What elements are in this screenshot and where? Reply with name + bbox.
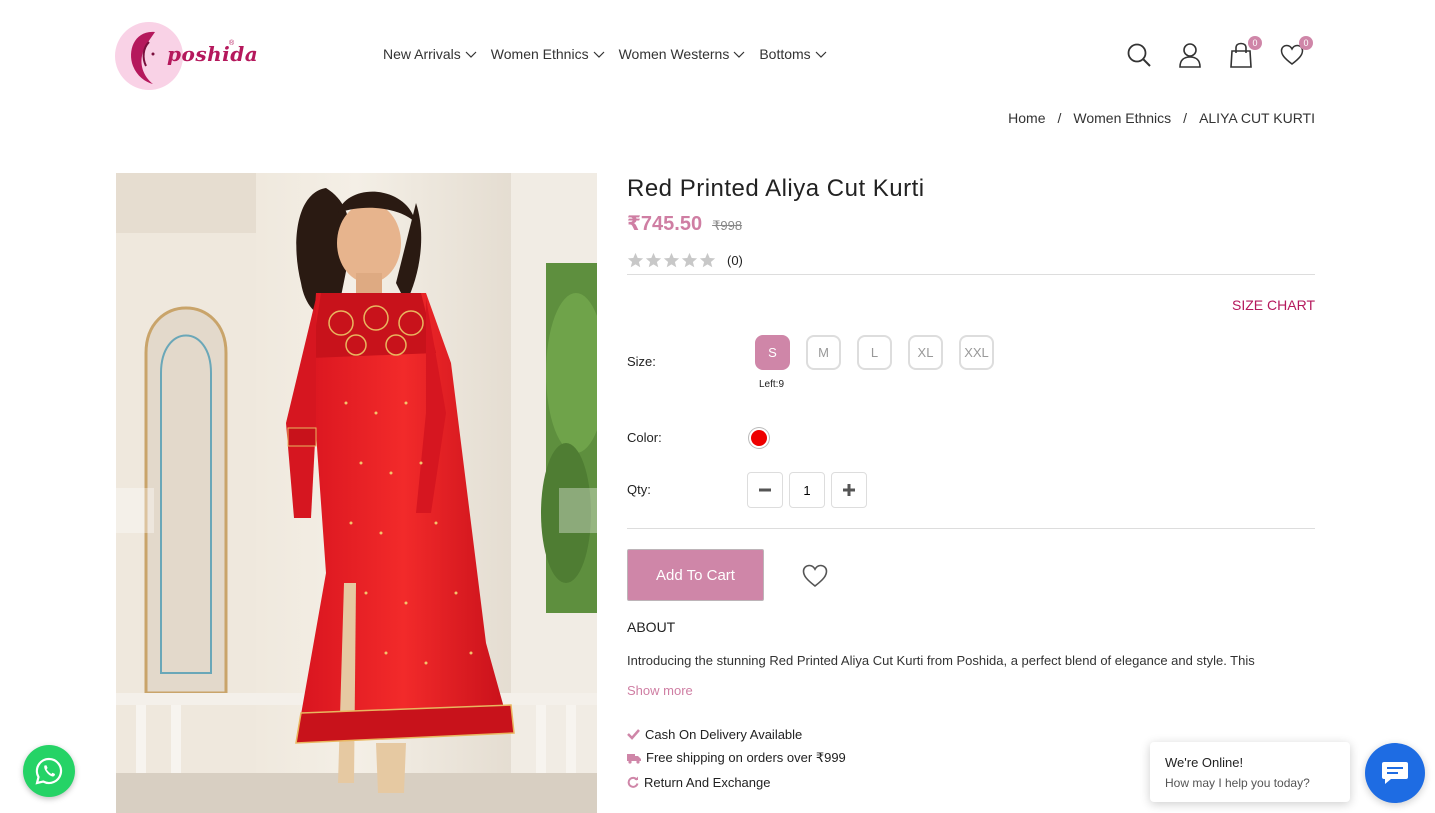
nav-label: Bottoms	[759, 46, 811, 62]
main-nav: New Arrivals Women Ethnics Women Western…	[383, 46, 841, 62]
chevron-down-icon	[593, 51, 605, 58]
chevron-down-icon	[733, 51, 745, 58]
chevron-down-icon	[815, 51, 827, 58]
chat-title: We're Online!	[1165, 755, 1244, 770]
prev-image-button[interactable]	[116, 488, 154, 533]
color-label: Color:	[627, 430, 662, 445]
quantity-stepper	[747, 472, 873, 508]
logo-registered-mark: ®	[229, 40, 235, 47]
qty-input[interactable]	[789, 472, 825, 508]
add-to-wishlist-heart-icon[interactable]	[802, 564, 828, 588]
next-image-button[interactable]	[559, 488, 597, 533]
nav-label: New Arrivals	[383, 46, 461, 62]
breadcrumb-category[interactable]: Women Ethnics	[1073, 110, 1171, 126]
add-to-cart-button[interactable]: Add To Cart	[627, 549, 764, 601]
rating: (0)	[627, 252, 1315, 275]
product-image[interactable]	[116, 173, 597, 813]
price-row: ₹745.50 ₹998	[627, 211, 1315, 236]
chat-greeting[interactable]: We're Online! How may I help you today?	[1150, 742, 1350, 802]
breadcrumb-home[interactable]: Home	[1008, 110, 1045, 126]
rating-count: (0)	[727, 253, 743, 268]
truck-icon	[627, 754, 641, 764]
user-icon	[1179, 43, 1201, 68]
minus-icon	[759, 488, 771, 492]
breadcrumb: Home / Women Ethnics / ALIYA CUT KURTI	[1008, 110, 1315, 126]
divider	[627, 528, 1315, 529]
feature-return-exchange: Return And Exchange	[627, 774, 846, 790]
refresh-icon	[627, 776, 639, 788]
breadcrumb-separator: /	[1057, 110, 1062, 126]
header-icons: 0 0	[1124, 36, 1328, 70]
product-description: Introducing the stunning Red Printed Ali…	[627, 653, 1255, 668]
account-button[interactable]	[1175, 40, 1205, 70]
color-swatch-red[interactable]	[751, 430, 767, 446]
chat-bubble-icon	[1382, 762, 1408, 784]
plus-icon	[843, 484, 855, 496]
feature-list: Cash On Delivery Available Free shipping…	[627, 726, 846, 798]
search-icon	[1127, 43, 1151, 67]
wishlist-count-badge: 0	[1299, 36, 1313, 50]
size-option-xl[interactable]: XL	[908, 335, 943, 370]
stock-left: Left:9	[759, 379, 785, 390]
size-chart-link[interactable]: SIZE CHART	[1232, 297, 1315, 313]
nav-item-women-westerns[interactable]: Women Westerns	[619, 46, 746, 62]
chat-open-button[interactable]	[1365, 743, 1425, 803]
nav-item-women-ethnics[interactable]: Women Ethnics	[491, 46, 605, 62]
star-icon	[681, 252, 698, 268]
qty-label: Qty:	[627, 482, 651, 497]
chat-subtitle: How may I help you today?	[1165, 776, 1310, 790]
wishlist-button[interactable]: 0	[1277, 36, 1313, 70]
original-price: ₹998	[712, 218, 743, 233]
product-photo	[116, 173, 597, 813]
cart-count-badge: 0	[1248, 36, 1262, 50]
cart-button[interactable]: 0	[1226, 36, 1262, 70]
size-option-l[interactable]: L	[857, 335, 892, 370]
whatsapp-icon	[35, 757, 63, 785]
feature-label: Cash On Delivery Available	[645, 726, 803, 742]
feature-free-shipping: Free shipping on orders over ₹999	[627, 750, 846, 766]
size-label: Size:	[627, 354, 656, 369]
size-options: S M L XL XXL	[755, 335, 1010, 370]
whatsapp-button[interactable]	[23, 745, 75, 797]
nav-label: Women Westerns	[618, 46, 730, 62]
star-icon	[699, 252, 716, 268]
star-icon	[663, 252, 680, 268]
feature-label: Return And Exchange	[644, 774, 771, 790]
qty-increase-button[interactable]	[831, 472, 867, 508]
breadcrumb-current: ALIYA CUT KURTI	[1199, 110, 1315, 126]
about-heading: ABOUT	[627, 619, 676, 635]
nav-item-new-arrivals[interactable]: New Arrivals	[383, 46, 477, 62]
size-option-m[interactable]: M	[806, 335, 841, 370]
star-icon	[627, 252, 644, 268]
chevron-down-icon	[465, 51, 477, 58]
logo-text: poshida	[167, 42, 259, 66]
size-option-s[interactable]: S	[755, 335, 790, 370]
show-more-link[interactable]: Show more	[627, 683, 693, 698]
breadcrumb-separator: /	[1183, 110, 1188, 126]
check-icon	[627, 729, 640, 740]
qty-decrease-button[interactable]	[747, 472, 783, 508]
search-button[interactable]	[1124, 40, 1154, 70]
feature-label: Free shipping on orders over ₹999	[646, 750, 846, 765]
product-title: Red Printed Aliya Cut Kurti	[627, 175, 925, 202]
star-icon	[645, 252, 662, 268]
size-option-xxl[interactable]: XXL	[959, 335, 994, 370]
nav-item-bottoms[interactable]: Bottoms	[759, 46, 827, 62]
feature-cod: Cash On Delivery Available	[627, 726, 846, 742]
nav-label: Women Ethnics	[490, 46, 589, 62]
brand-logo[interactable]: poshida ®	[115, 20, 258, 92]
sale-price: ₹745.50	[627, 213, 703, 235]
product-details: Red Printed Aliya Cut Kurti ₹745.50 ₹998…	[627, 173, 1315, 790]
